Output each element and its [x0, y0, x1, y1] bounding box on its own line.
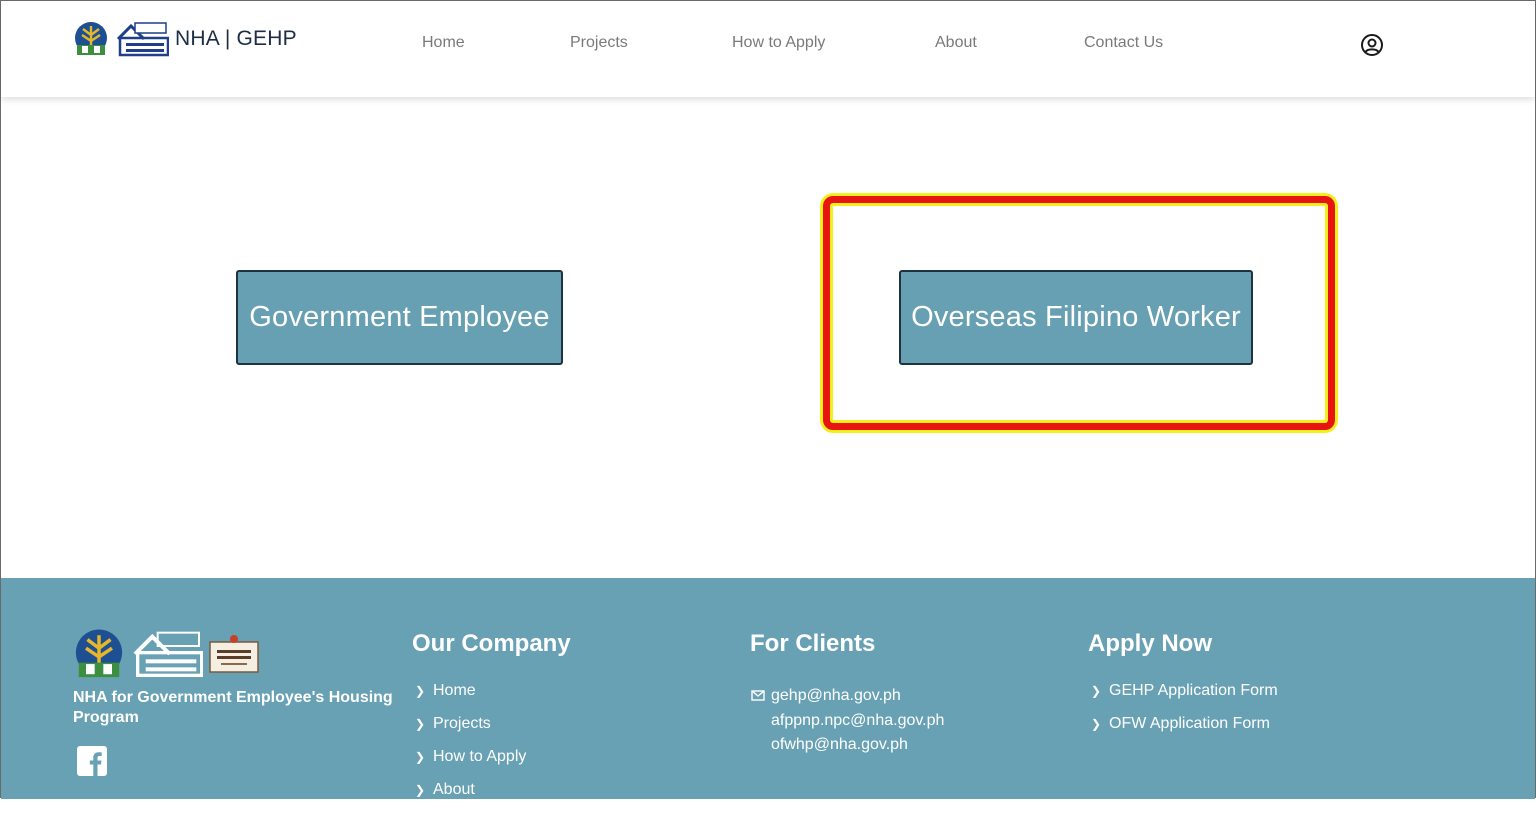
our-company-title: Our Company — [412, 630, 571, 657]
client-emails: gehp@nha.gov.ph afppnp.npc@nha.gov.ph of… — [751, 684, 944, 758]
footer-link-projects[interactable]: ❯ Projects — [415, 715, 526, 748]
footer-link-home[interactable]: ❯ Home — [415, 682, 526, 715]
site-footer: NHA for Government Employee's Housing Pr… — [1, 578, 1535, 799]
chevron-right-icon: ❯ — [415, 684, 426, 698]
brand[interactable]: NHA | GEHP — [73, 21, 297, 57]
nav-home[interactable]: Home — [422, 34, 465, 52]
apply-now-links: ❯ GEHP Application Form ❯ OFW Application … — [1091, 682, 1278, 748]
user-circle-icon[interactable] — [1360, 33, 1384, 57]
site-header: NHA | GEHP Home Projects How to Apply Ab… — [1, 1, 1535, 97]
tree-logo-icon — [75, 22, 107, 55]
build-better-more-logo-icon — [116, 22, 169, 57]
chevron-right-icon: ❯ — [415, 750, 426, 764]
email-gehp[interactable]: gehp@nha.gov.ph — [771, 684, 944, 709]
build-better-more-logo-icon — [133, 631, 203, 677]
government-employees-logo-icon — [209, 635, 259, 673]
government-employee-button[interactable]: Government Employee — [236, 270, 563, 365]
email-ofwhp[interactable]: ofwhp@nha.gov.ph — [771, 733, 944, 758]
applicant-type-section: Government Employee Overseas Filipino Wo… — [1, 97, 1535, 578]
overseas-filipino-worker-button[interactable]: Overseas Filipino Worker — [899, 270, 1253, 365]
apply-now-title: Apply Now — [1088, 630, 1212, 657]
chevron-right-icon: ❯ — [1091, 684, 1102, 698]
brand-name: NHA | GEHP — [175, 27, 297, 50]
chevron-right-icon: ❯ — [415, 717, 426, 731]
footer-link-how-to-apply[interactable]: ❯ How to Apply — [415, 748, 526, 781]
nav-how-to-apply[interactable]: How to Apply — [732, 34, 825, 52]
tree-logo-icon — [75, 629, 123, 678]
nav-about[interactable]: About — [935, 34, 977, 52]
for-clients-title: For Clients — [750, 630, 876, 657]
footer-description: NHA for Government Employee's Housing Pr… — [73, 689, 393, 726]
facebook-icon[interactable] — [77, 746, 107, 776]
envelope-icon — [751, 690, 765, 701]
chevron-right-icon: ❯ — [415, 783, 426, 797]
chevron-right-icon: ❯ — [1091, 717, 1102, 731]
footer-logos — [73, 628, 259, 680]
ofw-application-form-link[interactable]: ❯ OFW Application Form — [1091, 715, 1278, 748]
nav-contact-us[interactable]: Contact Us — [1084, 34, 1163, 52]
email-afppnp[interactable]: afppnp.npc@nha.gov.ph — [771, 709, 944, 734]
nav-projects[interactable]: Projects — [570, 34, 628, 52]
our-company-links: ❯ Home ❯ Projects ❯ How to Apply ❯ About — [415, 682, 526, 814]
gehp-application-form-link[interactable]: ❯ GEHP Application Form — [1091, 682, 1278, 715]
